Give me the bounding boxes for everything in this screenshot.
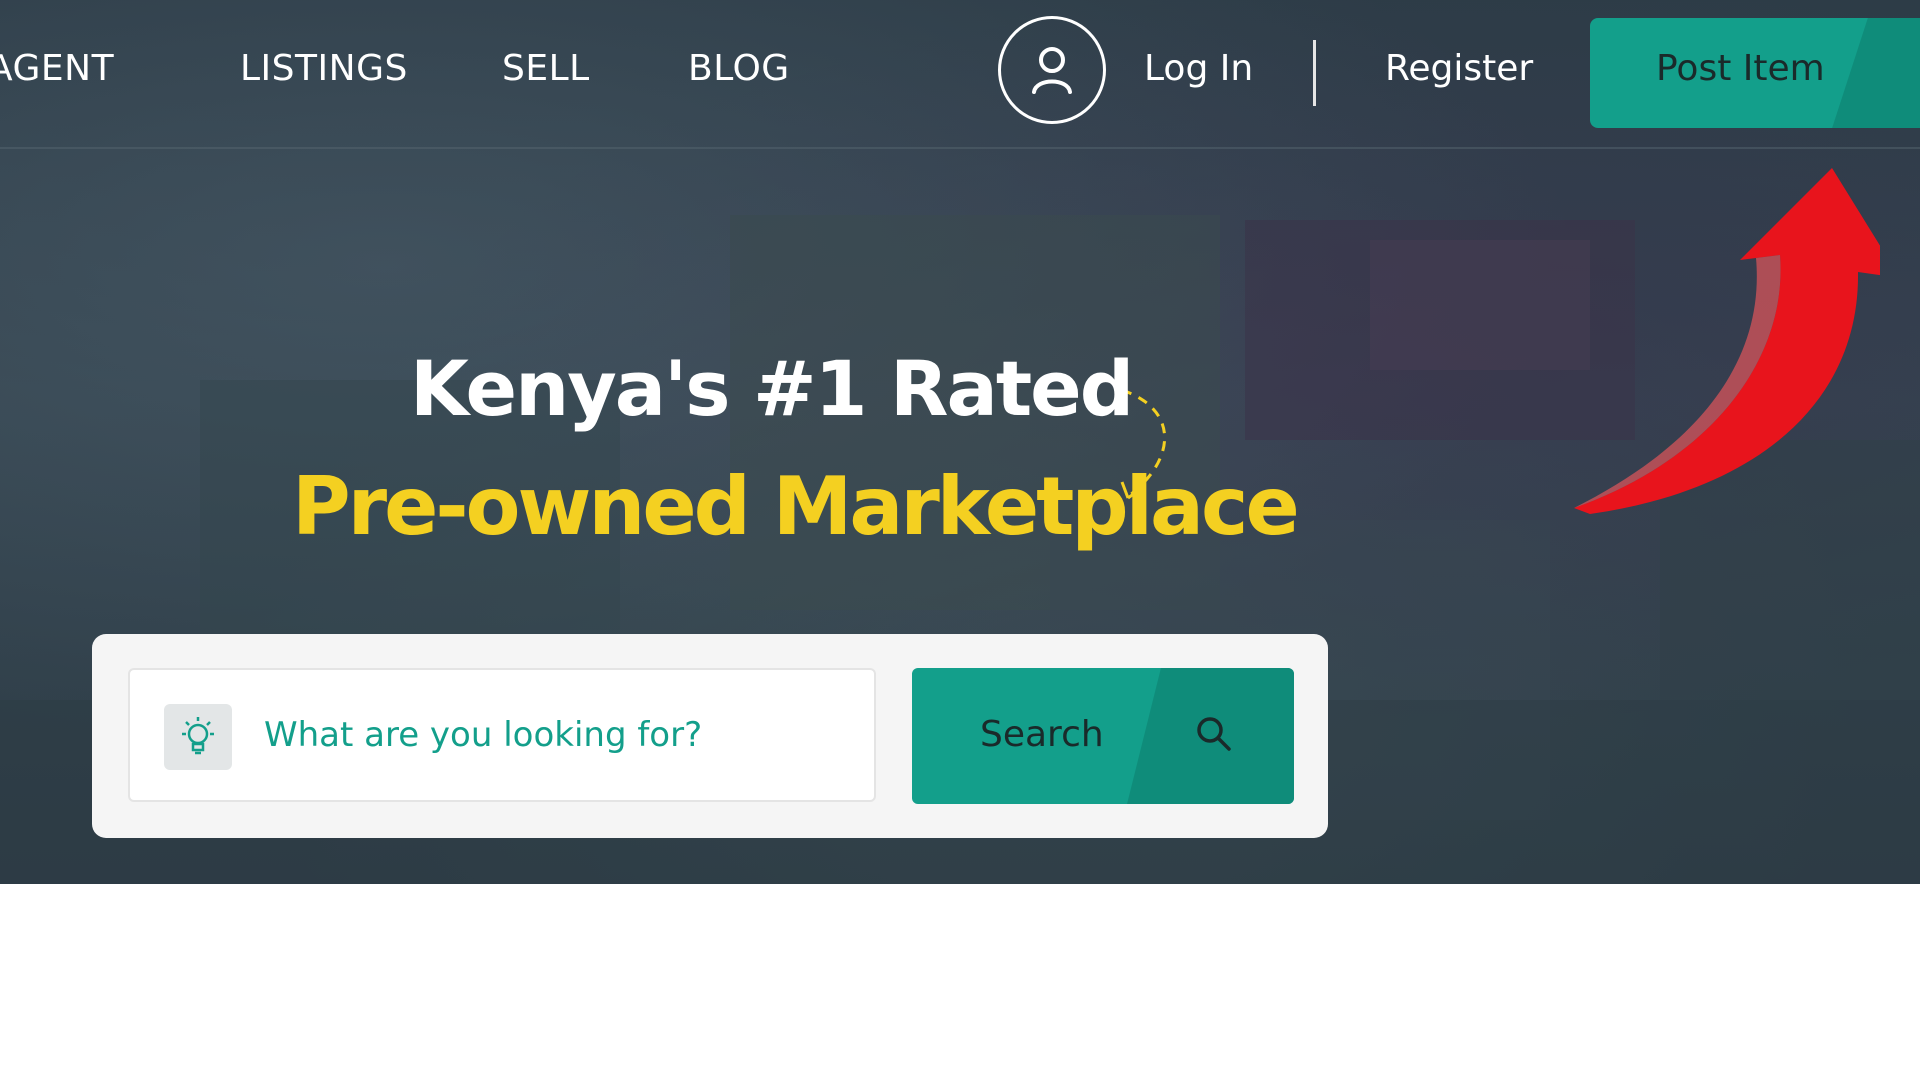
nav-divider <box>1313 40 1316 106</box>
user-icon <box>1032 47 1072 94</box>
post-item-button[interactable]: Post Item <box>1590 18 1920 128</box>
search-input[interactable] <box>264 702 844 768</box>
post-item-label: Post Item <box>1656 48 1825 89</box>
hero-headline: Kenya's #1 Rated <box>410 344 1134 433</box>
hero-subheadline: Pre-owned Marketplace <box>292 460 1300 553</box>
search-panel: Search <box>92 634 1328 838</box>
search-icon <box>1197 717 1231 751</box>
nav-item-agent[interactable]: AGENT <box>0 48 114 89</box>
lightbulb-icon-box <box>164 704 232 770</box>
search-field[interactable] <box>128 668 876 802</box>
hero-banner: AGENT LISTINGS SELL BLOG Log In Register… <box>0 0 1920 884</box>
nav-item-listings[interactable]: LISTINGS <box>240 48 408 89</box>
nav-item-blog[interactable]: BLOG <box>688 48 790 89</box>
search-button[interactable]: Search <box>912 668 1294 804</box>
red-arrow-icon <box>1574 168 1880 514</box>
register-link[interactable]: Register <box>1385 48 1533 89</box>
lightbulb-icon <box>182 717 214 755</box>
button-stripe <box>1832 18 1920 128</box>
user-account-button[interactable] <box>998 16 1106 124</box>
nav-item-sell[interactable]: SELL <box>502 48 590 89</box>
login-link[interactable]: Log In <box>1144 48 1253 89</box>
search-button-label: Search <box>980 714 1104 755</box>
